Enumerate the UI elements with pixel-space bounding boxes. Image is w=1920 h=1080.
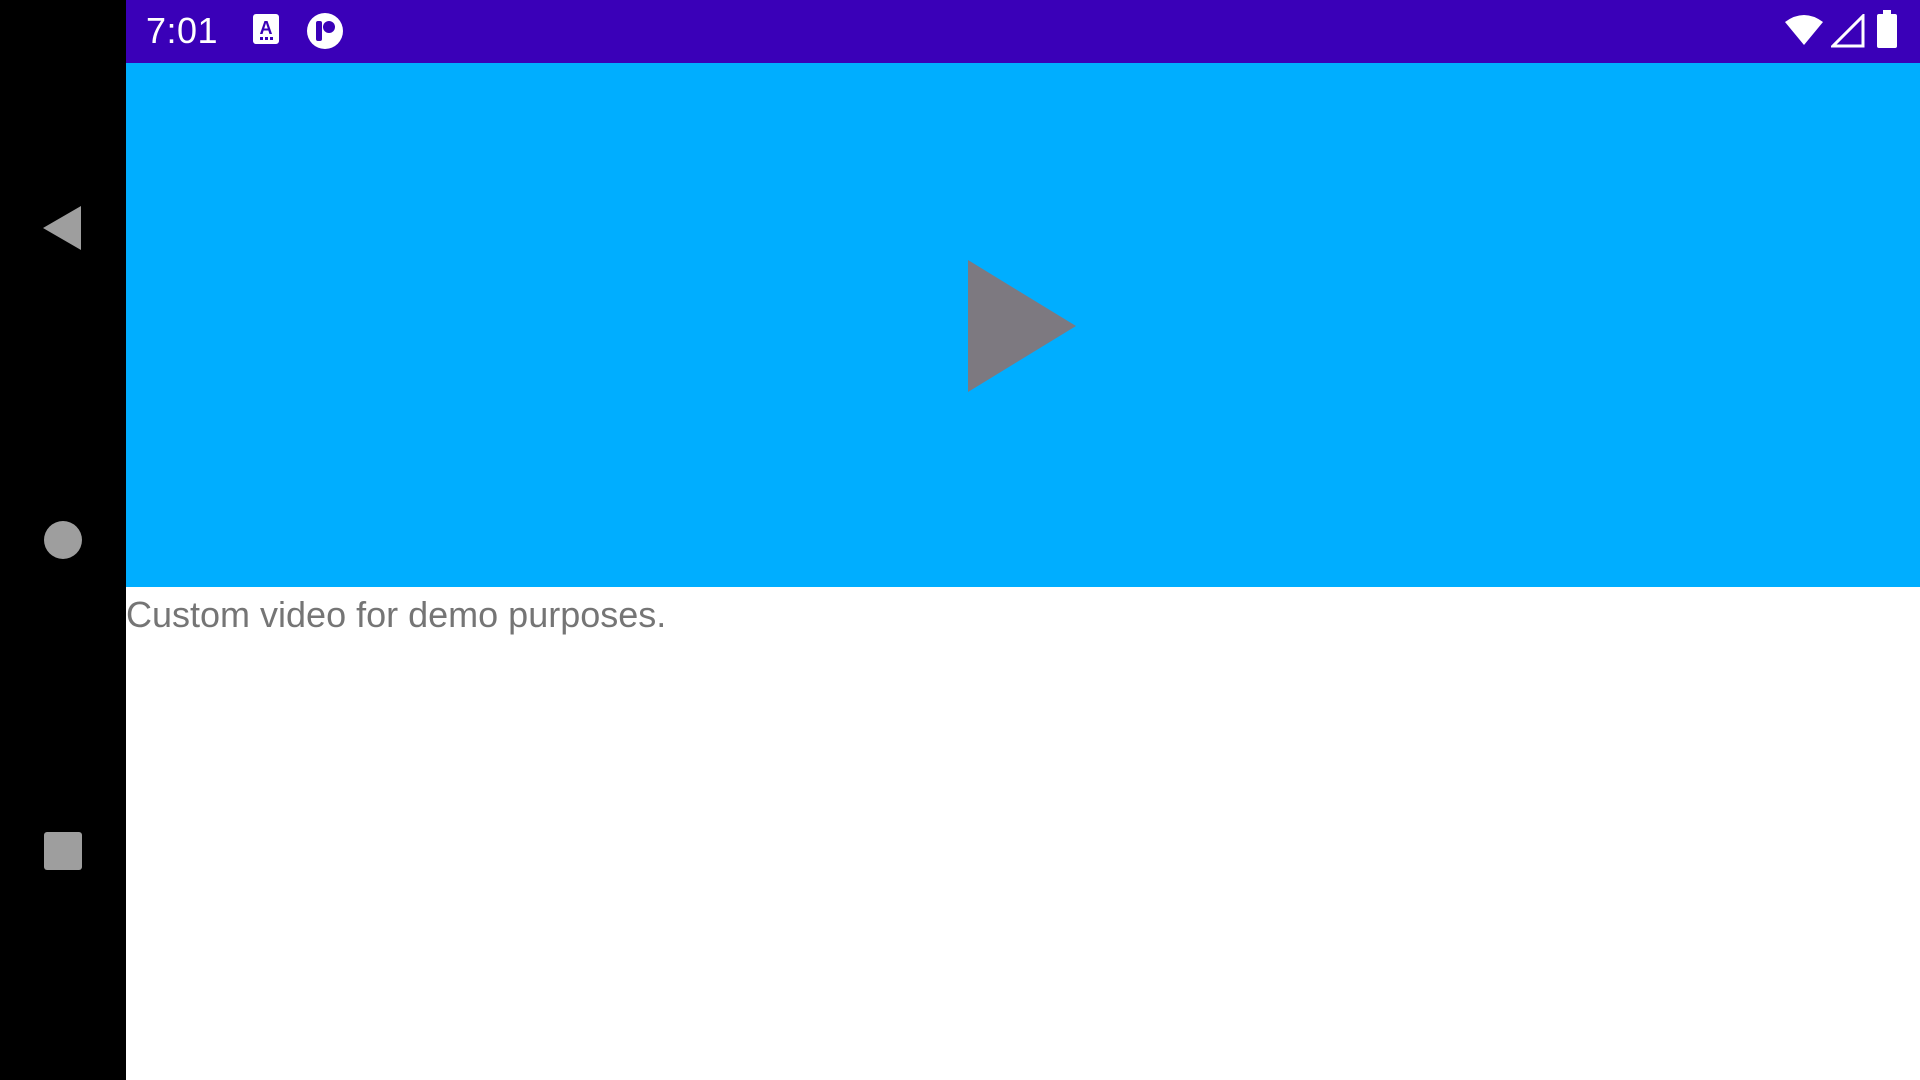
play-icon[interactable] (968, 260, 1078, 392)
recents-button[interactable] (0, 791, 126, 911)
video-caption: Custom video for demo purposes. (126, 594, 667, 635)
back-icon (43, 206, 81, 250)
status-time: 7:01 (146, 10, 219, 51)
app-notification-icon (307, 13, 343, 49)
wifi-icon (1785, 15, 1823, 45)
cell-signal-icon (1831, 14, 1865, 48)
home-button[interactable] (0, 480, 126, 600)
system-nav-bar (0, 0, 126, 1080)
home-icon (44, 521, 82, 559)
svg-text:A: A (260, 18, 273, 38)
battery-icon (1877, 10, 1897, 48)
status-bar: 7:01 A (126, 0, 1920, 63)
recents-icon (44, 832, 82, 870)
a11y-menu-icon: A (253, 14, 279, 44)
back-button[interactable] (0, 168, 126, 288)
